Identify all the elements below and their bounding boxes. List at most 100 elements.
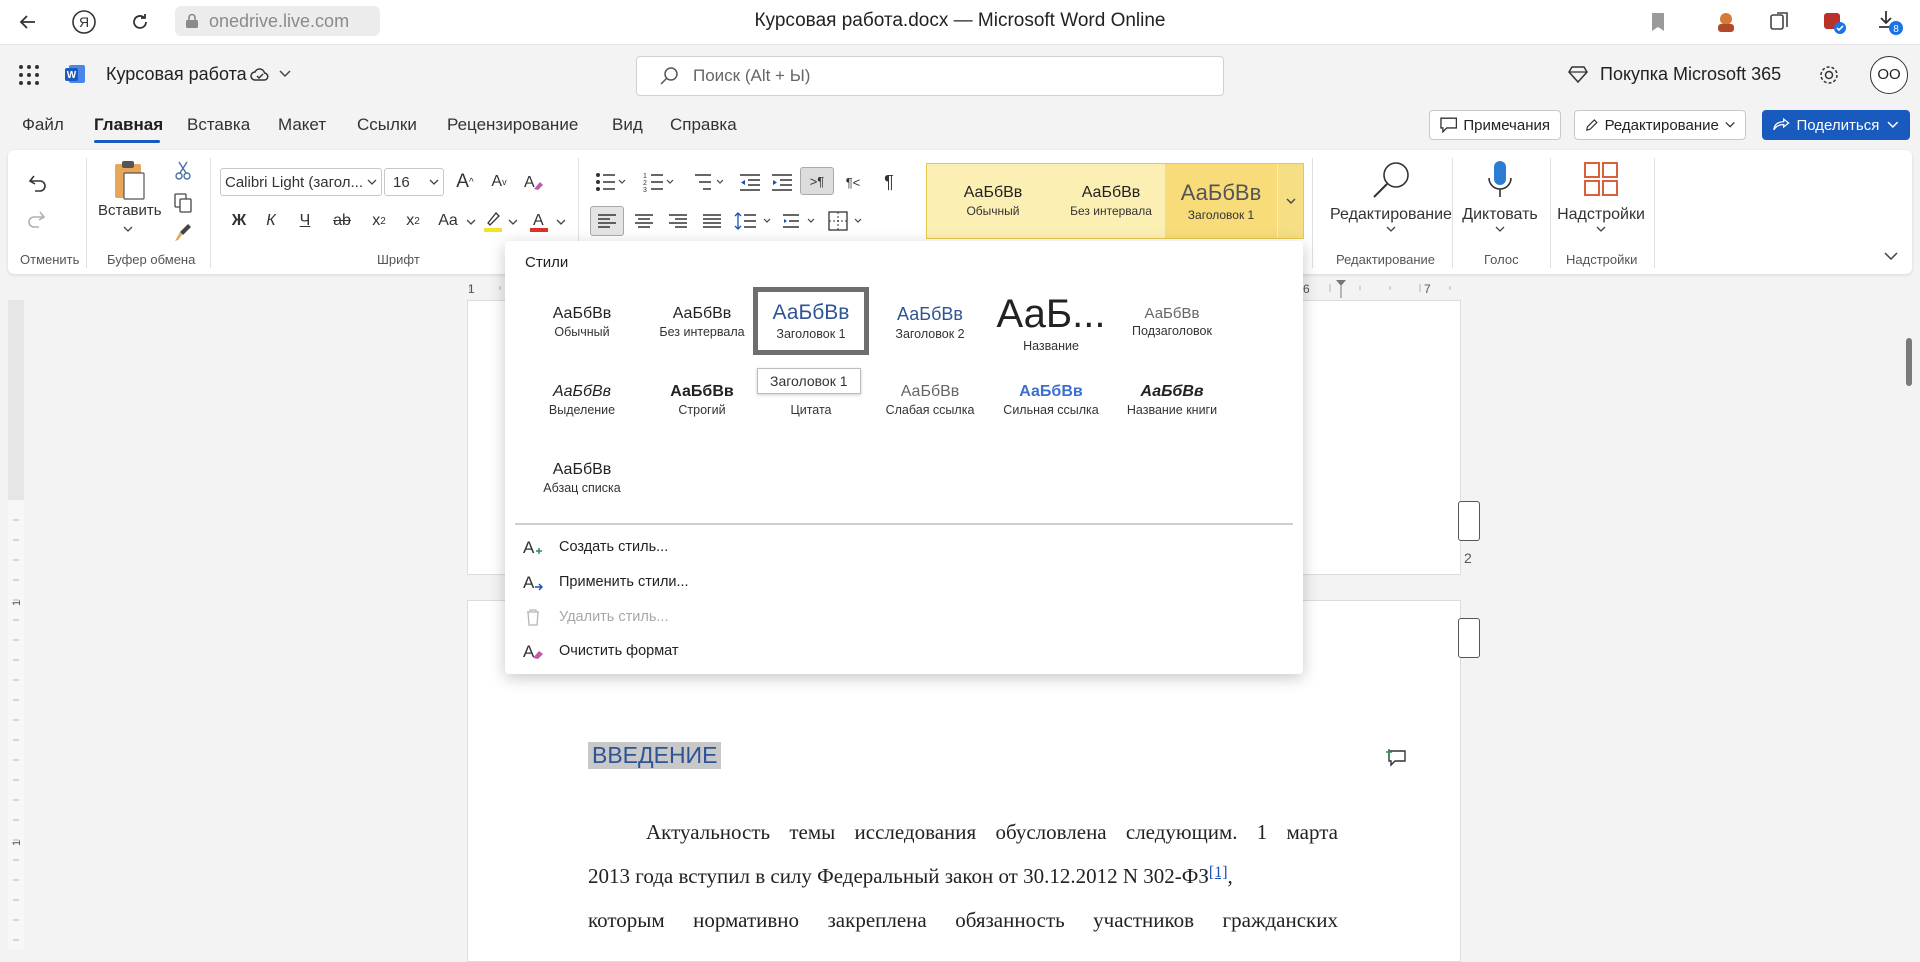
align-center-icon[interactable] xyxy=(630,206,658,236)
search-input[interactable]: Поиск (Alt + Ы) xyxy=(636,56,1224,96)
style-subtitle[interactable]: АаБбВв Подзаголовок xyxy=(1113,305,1231,338)
style-intense-reference[interactable]: АаБбВв Сильная ссылка xyxy=(992,383,1110,417)
find-editing-button[interactable]: Редактирование xyxy=(1326,160,1456,232)
addins-button[interactable]: Надстройки xyxy=(1556,160,1646,232)
tab-view[interactable]: Вид xyxy=(612,115,643,135)
tab-references[interactable]: Ссылки xyxy=(357,115,417,135)
clear-format-button[interactable]: A Очистить формат xyxy=(515,636,915,666)
share-button[interactable]: Поделиться xyxy=(1762,110,1910,140)
add-comment-icon[interactable] xyxy=(1386,748,1408,768)
settings-gear-icon[interactable] xyxy=(1818,64,1840,86)
clipboard-icon[interactable] xyxy=(110,158,150,202)
justify-icon[interactable] xyxy=(698,206,726,236)
format-painter-icon[interactable] xyxy=(172,222,194,244)
chevron-down-icon[interactable] xyxy=(556,219,566,225)
paragraph-line[interactable]: которым нормативно закреплена обязанност… xyxy=(588,908,1338,933)
bookmark-icon[interactable] xyxy=(1644,8,1672,36)
style-heading-2[interactable]: АаБбВв Заголовок 2 xyxy=(871,304,989,341)
paste-button[interactable]: Вставить xyxy=(98,202,162,219)
account-avatar[interactable]: OO xyxy=(1870,56,1908,94)
chevron-down-icon[interactable] xyxy=(279,70,291,78)
multilevel-list-icon[interactable] xyxy=(692,168,726,196)
style-title[interactable]: АаБ... Название xyxy=(992,291,1110,353)
page-break-marker[interactable] xyxy=(1458,501,1480,541)
subscript-icon[interactable]: x2 xyxy=(366,207,392,235)
chevron-down-icon[interactable] xyxy=(466,219,476,225)
align-right-icon[interactable] xyxy=(664,206,692,236)
bold-button[interactable]: Ж xyxy=(226,207,252,235)
downloads-icon[interactable]: 8 xyxy=(1876,8,1904,36)
document-heading[interactable]: ВВЕДЕНИЕ xyxy=(588,742,722,769)
vertical-scrollbar[interactable] xyxy=(1906,338,1912,386)
tab-layout[interactable]: Макет xyxy=(278,115,326,135)
editing-mode-button[interactable]: Редактирование xyxy=(1574,110,1746,140)
style-normal[interactable]: АаБбВв Обычный xyxy=(523,305,641,339)
create-style-button[interactable]: A Создать стиль... xyxy=(515,532,915,562)
saved-status-icon[interactable] xyxy=(250,66,270,84)
increase-indent-icon[interactable] xyxy=(770,168,794,196)
decrease-indent-icon[interactable] xyxy=(738,168,762,196)
chevron-down-icon[interactable] xyxy=(508,219,518,225)
apply-styles-button[interactable]: A Применить стили... xyxy=(515,567,915,597)
tab-insert[interactable]: Вставка xyxy=(187,115,250,135)
extension-avatar-icon[interactable] xyxy=(1712,8,1740,36)
paragraph-line[interactable]: Актуальность темы исследования обусловле… xyxy=(588,820,1338,845)
style-heading-1[interactable]: АаБбВв Заголовок 1 xyxy=(752,301,870,341)
strikethrough-button[interactable]: ab xyxy=(328,207,356,235)
font-name-select[interactable]: Calibri Light (загол... xyxy=(220,168,382,196)
numbering-icon[interactable]: 123 xyxy=(642,168,676,196)
paragraph-line[interactable]: 2013 года вступил в силу Федеральный зак… xyxy=(588,864,1338,889)
extension-shield-icon[interactable] xyxy=(1820,8,1848,36)
style-emphasis[interactable]: АаБбВв Выделение xyxy=(523,383,641,417)
back-arrow-icon[interactable] xyxy=(14,8,42,36)
reload-icon[interactable] xyxy=(126,8,154,36)
highlight-icon[interactable] xyxy=(480,207,506,235)
chevron-down-icon[interactable] xyxy=(123,226,133,232)
line-spacing-icon[interactable] xyxy=(732,206,776,236)
redo-icon[interactable] xyxy=(24,206,50,232)
style-strong[interactable]: АаБбВв Строгий xyxy=(643,383,761,417)
footnote-reference-link[interactable]: [1] xyxy=(1209,864,1228,881)
copy-icon[interactable] xyxy=(172,192,194,214)
superscript-icon[interactable]: x2 xyxy=(400,207,426,235)
collections-icon[interactable] xyxy=(1766,8,1794,36)
tab-review[interactable]: Рецензирование xyxy=(447,115,578,135)
address-bar[interactable]: onedrive.live.com xyxy=(175,6,380,36)
gallery-style-normal[interactable]: АаБбВв Обычный xyxy=(933,164,1053,238)
scissors-icon[interactable] xyxy=(172,160,194,182)
rtl-paragraph-button[interactable]: ¶< xyxy=(842,168,864,196)
gallery-expand-button[interactable] xyxy=(1278,164,1303,238)
document-name[interactable]: Курсовая работа xyxy=(106,64,247,85)
tab-help[interactable]: Справка xyxy=(670,115,737,135)
gallery-style-no-spacing[interactable]: АаБбВв Без интервала xyxy=(1051,164,1171,238)
bullets-icon[interactable] xyxy=(594,168,628,196)
style-subtle-reference[interactable]: АаБбВв Слабая ссылка xyxy=(871,383,989,417)
borders-icon[interactable] xyxy=(826,206,870,236)
paragraph-spacing-icon[interactable] xyxy=(780,206,824,236)
yandex-logo-icon[interactable]: Я xyxy=(70,8,98,36)
comments-button[interactable]: Примечания xyxy=(1429,110,1561,140)
underline-button[interactable]: Ч xyxy=(292,207,318,235)
tab-home[interactable]: Главная xyxy=(94,115,163,135)
buy-microsoft-365-link[interactable]: Покупка Microsoft 365 xyxy=(1600,64,1781,85)
font-color-icon[interactable]: A xyxy=(526,207,552,235)
tab-file[interactable]: Файл xyxy=(22,115,64,135)
style-book-title[interactable]: АаБбВв Название книги xyxy=(1113,383,1231,417)
collapse-ribbon-chevron-icon[interactable] xyxy=(1884,252,1898,260)
show-formatting-marks-button[interactable]: ¶ xyxy=(878,168,900,196)
undo-icon[interactable] xyxy=(24,170,50,196)
grow-font-icon[interactable]: A ^ xyxy=(452,168,478,196)
style-no-spacing[interactable]: АаБбВв Без интервала xyxy=(643,305,761,339)
ltr-paragraph-button[interactable]: >¶ xyxy=(800,167,834,195)
style-list-paragraph[interactable]: АаБбВв Абзац списка xyxy=(523,461,641,495)
font-size-select[interactable]: 16 xyxy=(384,168,444,196)
shrink-font-icon[interactable]: Av xyxy=(486,168,512,196)
right-indent-marker[interactable] xyxy=(1336,280,1346,286)
change-case-button[interactable]: Aa xyxy=(434,207,462,235)
app-launcher-icon[interactable] xyxy=(18,64,40,86)
page-break-marker[interactable] xyxy=(1458,618,1480,658)
dictate-button[interactable]: Диктовать xyxy=(1458,160,1542,232)
gallery-style-heading-1[interactable]: АаБбВв Заголовок 1 xyxy=(1165,164,1277,238)
clear-formatting-icon[interactable]: A xyxy=(520,168,546,196)
italic-button[interactable]: К xyxy=(258,207,284,235)
